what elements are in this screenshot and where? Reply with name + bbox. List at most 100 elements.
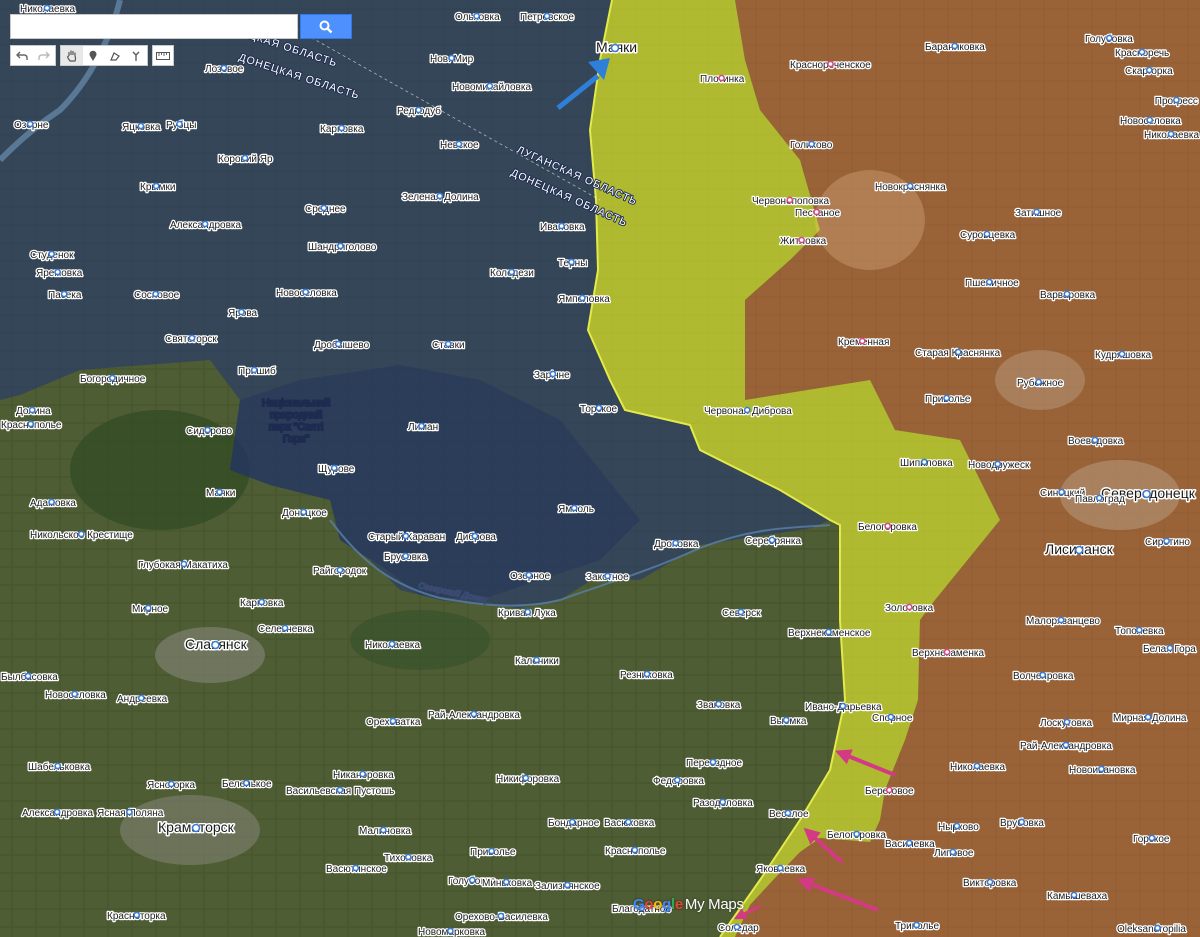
place-marker[interactable]: Брусовка	[383, 551, 429, 565]
place-marker[interactable]: Райгородок	[312, 565, 368, 579]
place-marker[interactable]: Ямполовка	[557, 293, 612, 307]
place-marker[interactable]: Скаргорка	[1124, 65, 1175, 79]
place-marker[interactable]: Веселое	[768, 808, 811, 822]
place-marker[interactable]: Переездное	[685, 757, 744, 771]
place-marker[interactable]: Плотинка	[699, 73, 746, 87]
place-marker[interactable]: Нов. Мир	[429, 53, 475, 67]
place-marker[interactable]: Рубежное	[1016, 376, 1065, 391]
place-marker[interactable]: Краснореченское	[789, 59, 873, 73]
place-marker[interactable]: Карповка	[319, 123, 365, 137]
place-marker[interactable]: Северск	[721, 607, 763, 621]
place-marker[interactable]: Славянск	[184, 635, 250, 654]
place-marker[interactable]: Новодружеск	[967, 459, 1032, 473]
place-marker[interactable]: Шандриголово	[307, 241, 378, 255]
place-marker[interactable]: Яцковка	[121, 121, 163, 135]
place-marker[interactable]: Новомарковка	[417, 926, 487, 937]
place-marker[interactable]: Пришиб	[237, 364, 278, 379]
place-marker[interactable]: Яковлевка	[755, 863, 807, 877]
place-marker[interactable]: Прогресс	[1154, 95, 1200, 109]
place-marker[interactable]: Звановка	[696, 699, 742, 713]
place-marker[interactable]: Малиновка	[358, 825, 413, 839]
place-marker[interactable]: Горское	[1132, 833, 1172, 847]
place-marker[interactable]: Орехово-Василевка	[454, 911, 550, 925]
place-marker[interactable]: Дроновка	[653, 538, 700, 552]
place-marker[interactable]: Рай-Александровка	[1019, 740, 1114, 754]
place-marker[interactable]: Волчеяровка	[1012, 670, 1075, 684]
place-marker[interactable]: Белогоровка	[857, 521, 919, 535]
place-marker[interactable]: Лиман	[407, 421, 440, 435]
place-marker[interactable]: Васюковка	[603, 817, 656, 831]
place-marker[interactable]: Соледар	[717, 922, 761, 936]
place-marker[interactable]: Красноречь	[1114, 47, 1171, 61]
place-marker[interactable]: Адамовка	[29, 497, 78, 511]
place-marker[interactable]: Золотовка	[884, 602, 935, 616]
place-marker[interactable]: Ярова	[227, 307, 259, 321]
place-marker[interactable]: Мирное	[131, 603, 170, 617]
place-marker[interactable]: Зарічне	[533, 369, 572, 383]
place-marker[interactable]: Николаевка	[1143, 129, 1200, 143]
place-marker[interactable]: Крымки	[139, 181, 177, 195]
place-marker[interactable]: Тополевка	[1114, 625, 1166, 639]
place-marker[interactable]: Ямполь	[557, 503, 596, 517]
place-marker[interactable]: Новоивановка	[1068, 764, 1137, 778]
place-marker[interactable]: Сидорово	[185, 425, 234, 439]
draw-line-button[interactable]	[104, 46, 126, 65]
place-marker[interactable]: Новокраснянка	[874, 181, 948, 195]
place-marker[interactable]: Камышеваха	[1046, 890, 1109, 904]
place-marker[interactable]: Никольское Крестище	[29, 529, 135, 543]
place-marker[interactable]: Маяки	[595, 38, 639, 57]
place-marker[interactable]: Новоселовка	[275, 287, 339, 301]
place-marker[interactable]: Воеводовка	[1067, 435, 1125, 449]
place-marker[interactable]: Глубокая Макатиха	[137, 558, 230, 573]
place-marker[interactable]: Затишное	[1014, 207, 1063, 221]
place-marker[interactable]: Донецкое	[281, 507, 329, 521]
place-marker[interactable]: Яремовка	[35, 267, 84, 281]
place-marker[interactable]: Федоровка	[652, 775, 706, 789]
place-marker[interactable]: Андреевка	[116, 693, 169, 707]
place-marker[interactable]: Новоселовка	[1119, 115, 1183, 129]
place-marker[interactable]: Привольe	[924, 393, 973, 407]
place-marker[interactable]: Шабельковка	[27, 760, 92, 775]
place-marker[interactable]: Озерне	[13, 119, 50, 133]
place-marker[interactable]: Озерное	[509, 570, 552, 584]
pan-hand-button[interactable]	[61, 46, 83, 65]
place-marker[interactable]: Береговое	[864, 785, 916, 799]
place-marker[interactable]: Резниковка	[619, 669, 675, 683]
place-marker[interactable]: Песчаное	[794, 207, 842, 221]
place-marker[interactable]: Сиротино	[1144, 536, 1192, 550]
place-marker[interactable]: Никаноровка	[332, 769, 396, 783]
place-marker[interactable]: Врубовка	[999, 816, 1046, 831]
place-marker[interactable]: Старый Караван	[367, 531, 447, 545]
place-marker[interactable]: Закотное	[585, 571, 631, 585]
measure-button[interactable]	[153, 46, 173, 65]
place-marker[interactable]: Верхнекаменка	[911, 647, 986, 661]
place-marker[interactable]: Оleksandropilia	[1116, 923, 1188, 937]
place-marker[interactable]: Зализнянское	[534, 880, 602, 894]
place-marker[interactable]: Белая Гора	[1142, 643, 1198, 657]
place-marker[interactable]: Липовое	[933, 847, 975, 861]
place-marker[interactable]: Житловка	[779, 235, 828, 249]
place-marker[interactable]: Редкодуб	[396, 104, 443, 119]
search-button[interactable]	[300, 14, 352, 39]
place-marker[interactable]: Торское	[579, 403, 619, 417]
place-marker[interactable]: Варваровка	[1039, 289, 1097, 303]
place-marker[interactable]: Невское	[439, 139, 481, 153]
place-marker[interactable]: Николаевка	[949, 761, 1007, 775]
place-marker[interactable]: Тихоновка	[383, 852, 434, 866]
place-marker[interactable]: Петровское	[519, 11, 576, 25]
place-marker[interactable]: Богородичное	[79, 373, 147, 387]
place-marker[interactable]: Белогоровка	[826, 829, 888, 843]
place-marker[interactable]: Викторовка	[962, 877, 1018, 891]
place-marker[interactable]: Суровцевка	[959, 229, 1017, 243]
place-marker[interactable]: Александровка	[21, 807, 95, 821]
place-marker[interactable]: Ольховка	[454, 11, 502, 25]
place-marker[interactable]: Павлоград	[1074, 493, 1127, 507]
place-marker[interactable]: Среднее	[304, 203, 348, 217]
place-marker[interactable]: Красноторка	[106, 910, 168, 924]
place-marker[interactable]: Краснополье	[604, 845, 667, 859]
place-marker[interactable]: Шипиловка	[899, 457, 955, 471]
add-marker-button[interactable]	[83, 46, 105, 65]
redo-button[interactable]	[33, 46, 55, 65]
place-marker[interactable]: Ивано-Дарьевка	[804, 701, 884, 715]
place-marker[interactable]: Старая Краснянка	[914, 347, 1002, 361]
